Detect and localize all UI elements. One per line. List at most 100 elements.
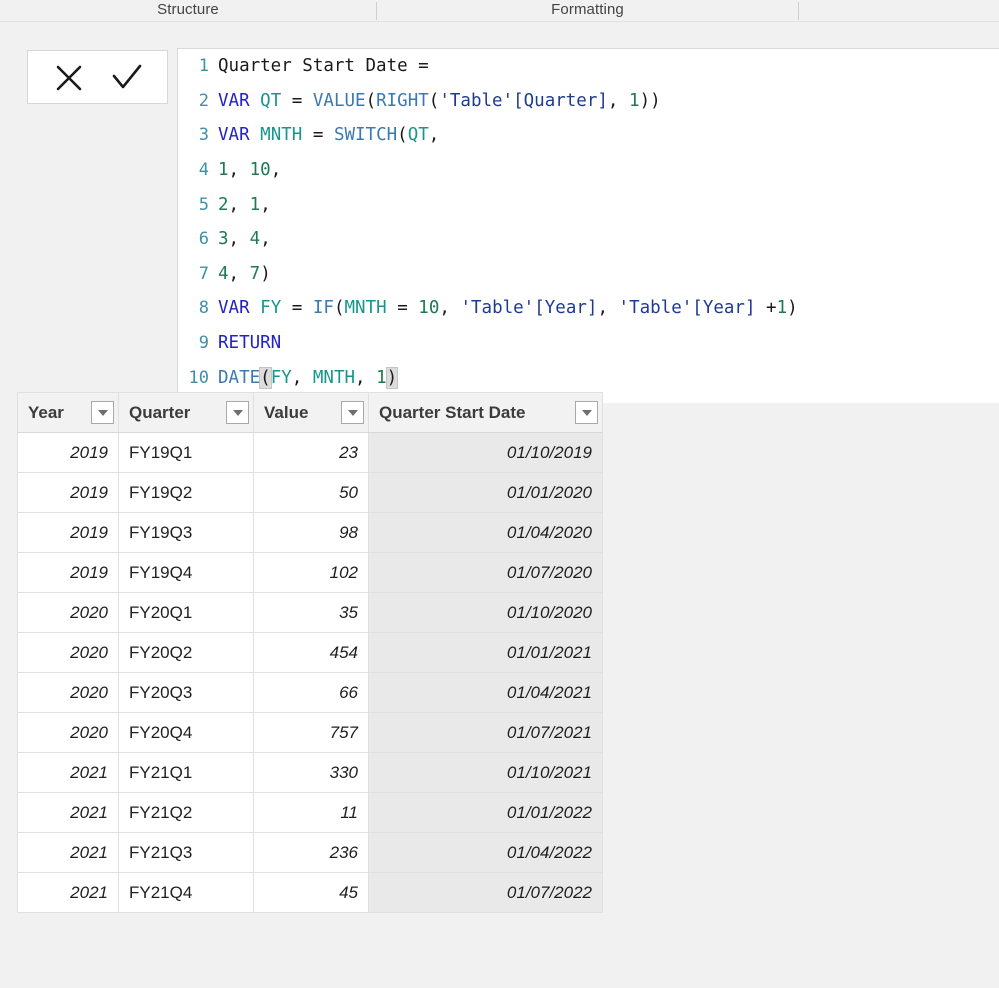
cell-quarter-start-date: 01/04/2021 [368, 672, 603, 713]
code-line: 6 3, 4, [178, 222, 999, 257]
line-number: 5 [198, 194, 209, 215]
cell-year: 2020 [17, 712, 119, 753]
code-line: 10 DATE(FY, MNTH, 1) [178, 360, 999, 395]
table-header-row: Year Quarter Value Quarter Start Date [17, 392, 603, 433]
cell-year: 2021 [17, 792, 119, 833]
cell-quarter: FY21Q4 [118, 872, 254, 913]
table-row[interactable]: 2020 FY20Q2 454 01/01/2021 [17, 632, 603, 673]
formula-commit-controls [27, 50, 168, 104]
code-line: 3 VAR MNTH = SWITCH(QT, [178, 118, 999, 153]
table-row[interactable]: 2021 FY21Q4 45 01/07/2022 [17, 872, 603, 913]
cell-value: 23 [253, 432, 369, 473]
cell-value: 98 [253, 512, 369, 553]
filter-dropdown-quarter-start-date[interactable] [575, 401, 598, 424]
cell-year: 2020 [17, 592, 119, 633]
code-line: 9 RETURN [178, 326, 999, 361]
cell-value: 236 [253, 832, 369, 873]
cell-value: 757 [253, 712, 369, 753]
cell-value: 45 [253, 872, 369, 913]
cell-quarter: FY21Q1 [118, 752, 254, 793]
cell-quarter: FY21Q2 [118, 792, 254, 833]
ribbon-group-label-strip: Structure Formatting [0, 0, 999, 22]
cell-quarter: FY19Q1 [118, 432, 254, 473]
cell-quarter-start-date: 01/07/2022 [368, 872, 603, 913]
code-line: 2 VAR QT = VALUE(RIGHT('Table'[Quarter],… [178, 84, 999, 119]
cancel-edit-button[interactable] [48, 56, 90, 98]
cell-quarter: FY19Q4 [118, 552, 254, 593]
line-number: 2 [198, 90, 209, 111]
cell-year: 2021 [17, 752, 119, 793]
line-number: 10 [188, 367, 209, 388]
ribbon-separator-2 [798, 2, 799, 20]
formula-bar-area: 1 Quarter Start Date = 2 VAR QT = VALUE(… [0, 22, 999, 403]
table-row[interactable]: 2020 FY20Q4 757 01/07/2021 [17, 712, 603, 753]
table-row[interactable]: 2021 FY21Q1 330 01/10/2021 [17, 752, 603, 793]
table-row[interactable]: 2021 FY21Q3 236 01/04/2022 [17, 832, 603, 873]
code-line-text: Quarter Start Date = [218, 56, 429, 77]
table-row[interactable]: 2020 FY20Q1 35 01/10/2020 [17, 592, 603, 633]
close-icon [52, 60, 86, 94]
cell-quarter-start-date: 01/01/2020 [368, 472, 603, 513]
table-row[interactable]: 2020 FY20Q3 66 01/04/2021 [17, 672, 603, 713]
chevron-down-icon [581, 409, 592, 416]
column-header-value[interactable]: Value [253, 392, 369, 433]
cell-year: 2021 [17, 872, 119, 913]
cell-year: 2019 [17, 472, 119, 513]
code-line: 5 2, 1, [178, 187, 999, 222]
page-left-margin [0, 382, 17, 988]
cell-value: 50 [253, 472, 369, 513]
filter-dropdown-value[interactable] [341, 401, 364, 424]
code-line: 1 Quarter Start Date = [178, 49, 999, 84]
code-line: 4 1, 10, [178, 153, 999, 188]
filter-dropdown-quarter[interactable] [226, 401, 249, 424]
column-header-label: Value [264, 402, 309, 422]
code-line-text: DATE(FY, MNTH, 1) [218, 366, 399, 389]
cell-quarter: FY20Q4 [118, 712, 254, 753]
table-body: 2019 FY19Q1 23 01/10/2019 2019 FY19Q2 50 01/01… [17, 432, 603, 913]
cell-year: 2021 [17, 832, 119, 873]
column-header-year[interactable]: Year [17, 392, 119, 433]
table-row[interactable]: 2019 FY19Q1 23 01/10/2019 [17, 432, 603, 473]
table-row[interactable]: 2021 FY21Q2 11 01/01/2022 [17, 792, 603, 833]
column-header-quarter[interactable]: Quarter [118, 392, 254, 433]
code-line: 7 4, 7) [178, 257, 999, 292]
chevron-down-icon [347, 409, 358, 416]
cell-quarter: FY19Q3 [118, 512, 254, 553]
code-line-text: 2, 1, [218, 194, 271, 215]
cell-value: 35 [253, 592, 369, 633]
cell-value: 454 [253, 632, 369, 673]
cell-quarter-start-date: 01/04/2022 [368, 832, 603, 873]
table-row[interactable]: 2019 FY19Q2 50 01/01/2020 [17, 472, 603, 513]
filter-dropdown-year[interactable] [91, 401, 114, 424]
code-line: 8 VAR FY = IF(MNTH = 10, 'Table'[Year], … [178, 291, 999, 326]
cell-quarter: FY19Q2 [118, 472, 254, 513]
cell-quarter-start-date: 01/10/2019 [368, 432, 603, 473]
code-line-text: 4, 7) [218, 263, 271, 284]
column-header-label: Year [28, 402, 64, 422]
line-number: 6 [198, 229, 209, 250]
table-row[interactable]: 2019 FY19Q4 102 01/07/2020 [17, 552, 603, 593]
line-number: 4 [198, 160, 209, 181]
dax-formula-editor[interactable]: 1 Quarter Start Date = 2 VAR QT = VALUE(… [177, 48, 999, 403]
line-number: 1 [198, 56, 209, 77]
cell-quarter-start-date: 01/07/2021 [368, 712, 603, 753]
table-row[interactable]: 2019 FY19Q3 98 01/04/2020 [17, 512, 603, 553]
line-number: 3 [198, 125, 209, 146]
chevron-down-icon [232, 409, 243, 416]
cell-quarter-start-date: 01/10/2021 [368, 752, 603, 793]
ribbon-group-structure: Structure [0, 0, 376, 22]
line-number: 7 [198, 263, 209, 284]
cell-quarter-start-date: 01/04/2020 [368, 512, 603, 553]
cell-value: 66 [253, 672, 369, 713]
cell-year: 2020 [17, 672, 119, 713]
cell-year: 2019 [17, 552, 119, 593]
checkmark-icon [109, 60, 145, 94]
cell-quarter-start-date: 01/07/2020 [368, 552, 603, 593]
data-preview-grid: Year Quarter Value Quarter Start Date 20… [17, 392, 603, 913]
column-header-label: Quarter Start Date [379, 402, 526, 422]
commit-edit-button[interactable] [106, 56, 148, 98]
column-header-quarter-start-date[interactable]: Quarter Start Date [368, 392, 603, 433]
cell-value: 102 [253, 552, 369, 593]
cell-quarter: FY20Q1 [118, 592, 254, 633]
cell-quarter: FY20Q2 [118, 632, 254, 673]
